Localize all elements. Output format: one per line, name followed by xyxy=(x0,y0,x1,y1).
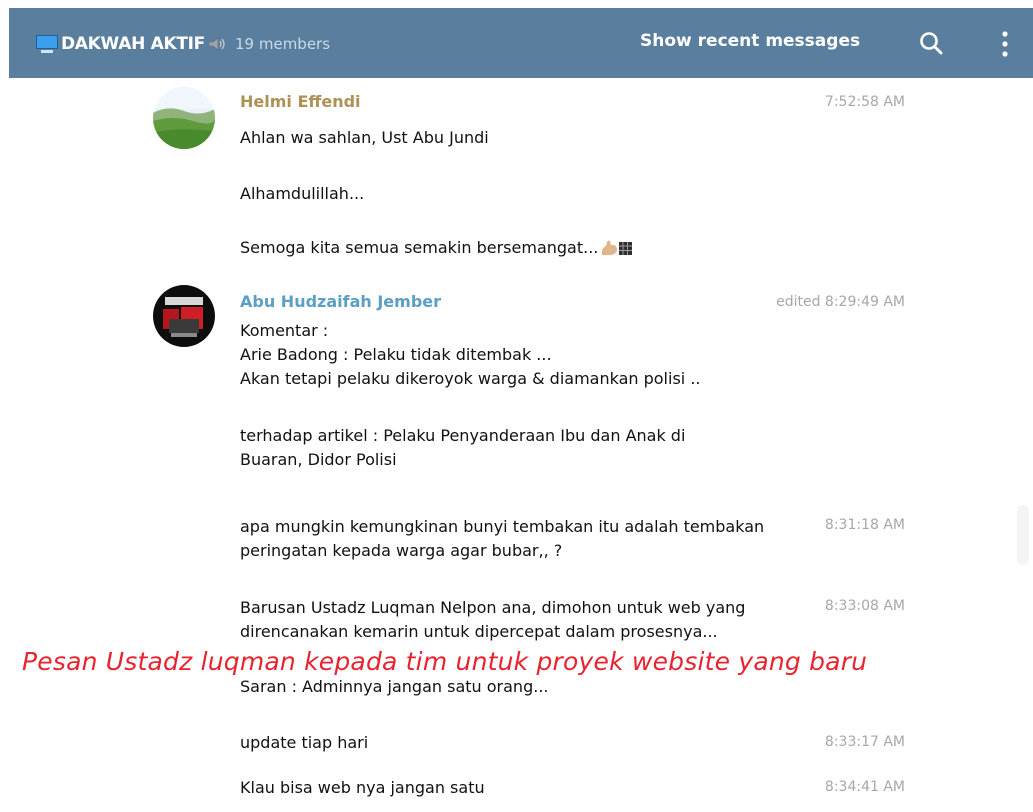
message-text: terhadap artikel : Pelaku Penyanderaan I… xyxy=(240,426,686,445)
flexed-biceps-emoji-icon xyxy=(602,240,618,255)
message-text: Ahlan wa sahlan, Ust Abu Jundi xyxy=(240,128,489,147)
channel-info[interactable]: DAKWAH AKTIF 19 members xyxy=(35,32,330,56)
message-time: edited 8:29:49 AM xyxy=(776,294,905,310)
message-text: Komentar : xyxy=(240,321,329,340)
message-text: peringatan kepada warga agar bubar,, ? xyxy=(240,541,563,560)
search-icon[interactable] xyxy=(918,30,944,56)
message-text: Saran : Adminnya jangan satu orang... xyxy=(240,677,549,696)
message-text: direncanakan kemarin untuk dipercepat da… xyxy=(240,622,718,641)
show-recent-messages-button[interactable]: Show recent messages xyxy=(640,31,860,51)
annotation-text: Pesan Ustadz luqman kepada tim untuk pro… xyxy=(22,647,868,676)
scrollbar[interactable] xyxy=(1017,505,1029,565)
message-text: Klau bisa web nya jangan satu xyxy=(240,778,485,797)
message-time: 8:34:41 AM xyxy=(824,779,905,795)
message-time: 8:31:18 AM xyxy=(824,517,905,533)
message-text: Alhamdulillah... xyxy=(240,184,365,203)
message-time: 7:52:58 AM xyxy=(824,94,905,110)
channel-title[interactable]: DAKWAH AKTIF xyxy=(61,34,205,54)
more-vertical-icon[interactable] xyxy=(998,28,1012,60)
avatar[interactable] xyxy=(153,285,215,347)
message-text: Arie Badong : Pelaku tidak ditembak ... xyxy=(240,345,552,364)
monitor-icon xyxy=(35,35,59,53)
message-text-content: Semoga kita semua semakin bersemangat... xyxy=(240,238,599,257)
avatar[interactable] xyxy=(153,87,215,149)
message-text: Akan tetapi pelaku dikeroyok warga & dia… xyxy=(240,369,701,388)
sender-name[interactable]: Helmi Effendi xyxy=(240,92,361,111)
message-text: Semoga kita semua semakin bersemangat... xyxy=(240,236,633,260)
message-text: update tiap hari xyxy=(240,733,369,752)
grid-emoji-icon xyxy=(619,241,633,255)
chat-header: DAKWAH AKTIF 19 members Show recent mess… xyxy=(9,8,1033,78)
message-text: Barusan Ustadz Luqman Nelpon ana, dimoho… xyxy=(240,598,746,617)
speaker-icon xyxy=(208,37,225,51)
member-count: 19 members xyxy=(235,35,331,53)
message-text: Buaran, Didor Polisi xyxy=(240,450,397,469)
sender-name[interactable]: Abu Hudzaifah Jember xyxy=(240,292,441,311)
message-time: 8:33:17 AM xyxy=(824,734,905,750)
message-time: 8:33:08 AM xyxy=(824,598,905,614)
message-text: apa mungkin kemungkinan bunyi tembakan i… xyxy=(240,517,765,536)
